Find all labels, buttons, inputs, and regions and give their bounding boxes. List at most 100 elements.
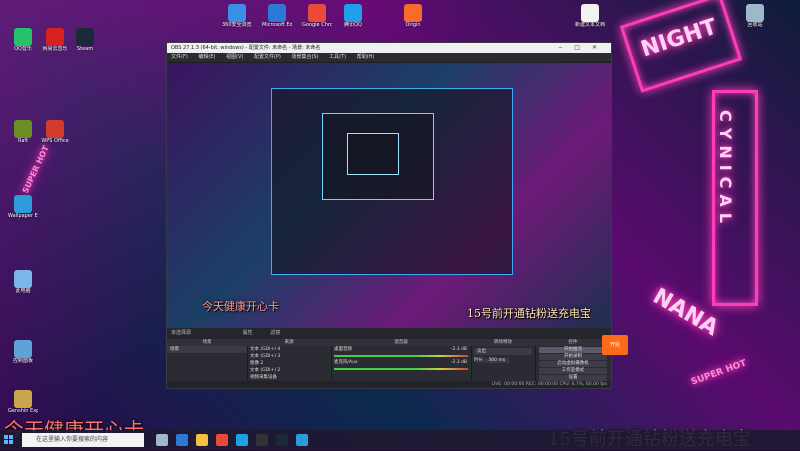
obs-menubar: 文件(F) 编辑(E) 视图(V) 配置文件(P) 场景集合(S) 工具(T) …: [167, 53, 611, 62]
transitions-dock-title: 转场特效: [471, 339, 535, 346]
app-icon: [14, 390, 32, 408]
desktop-icon[interactable]: Origin: [398, 4, 428, 28]
desktop-icon-label: Raft: [17, 138, 29, 144]
duration-input[interactable]: 300 ms: [484, 358, 510, 363]
desktop-icon-label: Google Chrome: [302, 22, 332, 28]
volume-meter[interactable]: [334, 368, 468, 370]
source-item[interactable]: 视频采集设备: [247, 374, 331, 381]
volume-meter[interactable]: [334, 355, 468, 357]
desktop-icon-label: Steam: [76, 46, 94, 52]
preview-caption: 15号前开通钻粉送充电宝: [467, 307, 591, 320]
filters-button[interactable]: 滤镜: [270, 330, 280, 336]
status-bar: LIVE: 00:00:00 REC: 00:00:00 CPU: 6.7%, …: [167, 381, 611, 388]
transition-duration-row: 时长 300 ms: [471, 357, 535, 364]
desktop-icon-label: 控制面板: [12, 358, 33, 364]
sources-dock-title: 来源: [247, 339, 331, 346]
menu-scene-collection[interactable]: 场景集合(S): [291, 54, 318, 60]
app-icon: [344, 4, 362, 22]
app-icon: [581, 4, 599, 22]
desktop-icon-label: 回收站: [747, 22, 763, 28]
desktop-icon[interactable]: Genshin Experience: [8, 390, 38, 414]
desktop-icon-label: Origin: [405, 22, 421, 28]
desktop-icon-label: Wallpaper Engine: [8, 213, 38, 219]
desktop-icon[interactable]: 网易云音乐: [40, 28, 70, 52]
desktop-icon-label: WPS Office: [41, 138, 69, 144]
menu-edit[interactable]: 编辑(E): [198, 54, 215, 60]
external-record-button[interactable]: 开始: [602, 335, 628, 355]
start-streaming-button[interactable]: 开始推流: [539, 347, 607, 353]
transition-type[interactable]: 淡出: [474, 348, 532, 355]
desktop-icon[interactable]: 控制面板: [8, 340, 38, 364]
obs-preview[interactable]: 15号前开通钻粉送充电宝 今天健康开心卡: [167, 63, 611, 328]
mixer-track-mic: 麦克风/Aux -2.3 dB: [331, 359, 471, 366]
window-controls[interactable]: ‒□✕: [558, 43, 609, 53]
app-icon: [14, 195, 32, 213]
app-icon: [404, 4, 422, 22]
virtual-camera-button[interactable]: 启动虚拟摄像机: [539, 361, 607, 367]
qq-icon[interactable]: [236, 434, 248, 446]
source-item[interactable]: 文本 (GDI+) 2: [247, 367, 331, 374]
desktop-icon[interactable]: Google Chrome: [302, 4, 332, 28]
mixer-track-level: -2.3 dB: [450, 360, 467, 365]
window-title: OBS 27.1.3 (64-bit, windows) - 配置文件: 未命名…: [171, 45, 321, 51]
menu-profile[interactable]: 配置文件(P): [254, 54, 281, 60]
mixer-track-desktop: 桌面音频 -2.3 dB: [331, 346, 471, 353]
desktop-icon[interactable]: Steam: [70, 28, 100, 52]
desktop-icon[interactable]: 腾讯QQ: [338, 4, 368, 28]
mixer-track-name: 麦克风/Aux: [334, 360, 358, 365]
app-icon: [46, 28, 64, 46]
start-recording-button[interactable]: 开始录制: [539, 354, 607, 360]
desktop-icon-label: Microsoft Edge: [262, 22, 292, 28]
wallpaper-icon[interactable]: [296, 434, 308, 446]
desktop-icon[interactable]: QQ音乐: [8, 28, 38, 52]
desktop-icon[interactable]: WPS Office: [40, 120, 70, 144]
desktop-icon[interactable]: Wallpaper Engine: [8, 195, 38, 219]
windows-start-icon[interactable]: [4, 435, 14, 445]
app-icon: [746, 4, 764, 22]
desktop-icon-label: 腾讯QQ: [344, 22, 362, 28]
desktop-icon-label: 此电脑: [15, 288, 31, 294]
desktop-icon[interactable]: 回收站: [740, 4, 770, 28]
desktop-icon[interactable]: Microsoft Edge: [262, 4, 292, 28]
controls-dock-title: 控件: [535, 339, 611, 346]
neon-text-cynical: CYNICAL: [716, 110, 735, 229]
duration-label: 时长: [474, 358, 483, 363]
chrome-icon[interactable]: [216, 434, 228, 446]
app-icon: [228, 4, 246, 22]
obs-window[interactable]: OBS 27.1.3 (64-bit, windows) - 配置文件: 未命名…: [166, 42, 612, 389]
studio-mode-button[interactable]: 工作室模式: [539, 368, 607, 374]
source-item[interactable]: 文本 (GDI+) 4: [247, 346, 331, 353]
obs-icon[interactable]: [256, 434, 268, 446]
app-icon: [14, 28, 32, 46]
desktop-icon[interactable]: 360安全浏览器: [222, 4, 252, 28]
app-icon: [14, 270, 32, 288]
app-icon: [14, 340, 32, 358]
desktop-icon[interactable]: Raft: [8, 120, 38, 144]
source-item[interactable]: 文本 (GDI+) 3: [247, 353, 331, 360]
task-view-icon[interactable]: [156, 434, 168, 446]
desktop-icon[interactable]: 新建文本文档: [575, 4, 605, 28]
preview-left-caption: 今天健康开心卡: [202, 300, 279, 313]
taskbar-search-input[interactable]: 在这里输入你要搜索的内容: [22, 433, 144, 447]
steam-icon[interactable]: [276, 434, 288, 446]
no-source-label: 未选择源: [171, 330, 192, 336]
menu-tools[interactable]: 工具(T): [329, 54, 346, 60]
mixer-track-name: 桌面音频: [334, 347, 352, 352]
desktop-icon-label: 新建文本文档: [575, 22, 605, 28]
scene-item[interactable]: 场景: [167, 346, 247, 353]
file-explorer-icon[interactable]: [196, 434, 208, 446]
mixer-dock-title: 混音器: [331, 339, 471, 346]
source-item[interactable]: 图像 2: [247, 360, 331, 367]
source-toolbar: 未选择源 属性 滤镜: [167, 328, 611, 339]
menu-help[interactable]: 帮助(H): [357, 54, 375, 60]
edge-icon[interactable]: [176, 434, 188, 446]
app-icon: [46, 120, 64, 138]
obs-titlebar[interactable]: OBS 27.1.3 (64-bit, windows) - 配置文件: 未命名…: [167, 43, 611, 53]
menu-view[interactable]: 视图(V): [226, 54, 243, 60]
mixer-track-level: -2.3 dB: [450, 347, 467, 352]
desktop-icon[interactable]: 此电脑: [8, 270, 38, 294]
properties-button[interactable]: 属性: [243, 330, 253, 336]
app-icon: [268, 4, 286, 22]
menu-file[interactable]: 文件(F): [171, 54, 188, 60]
app-icon: [14, 120, 32, 138]
